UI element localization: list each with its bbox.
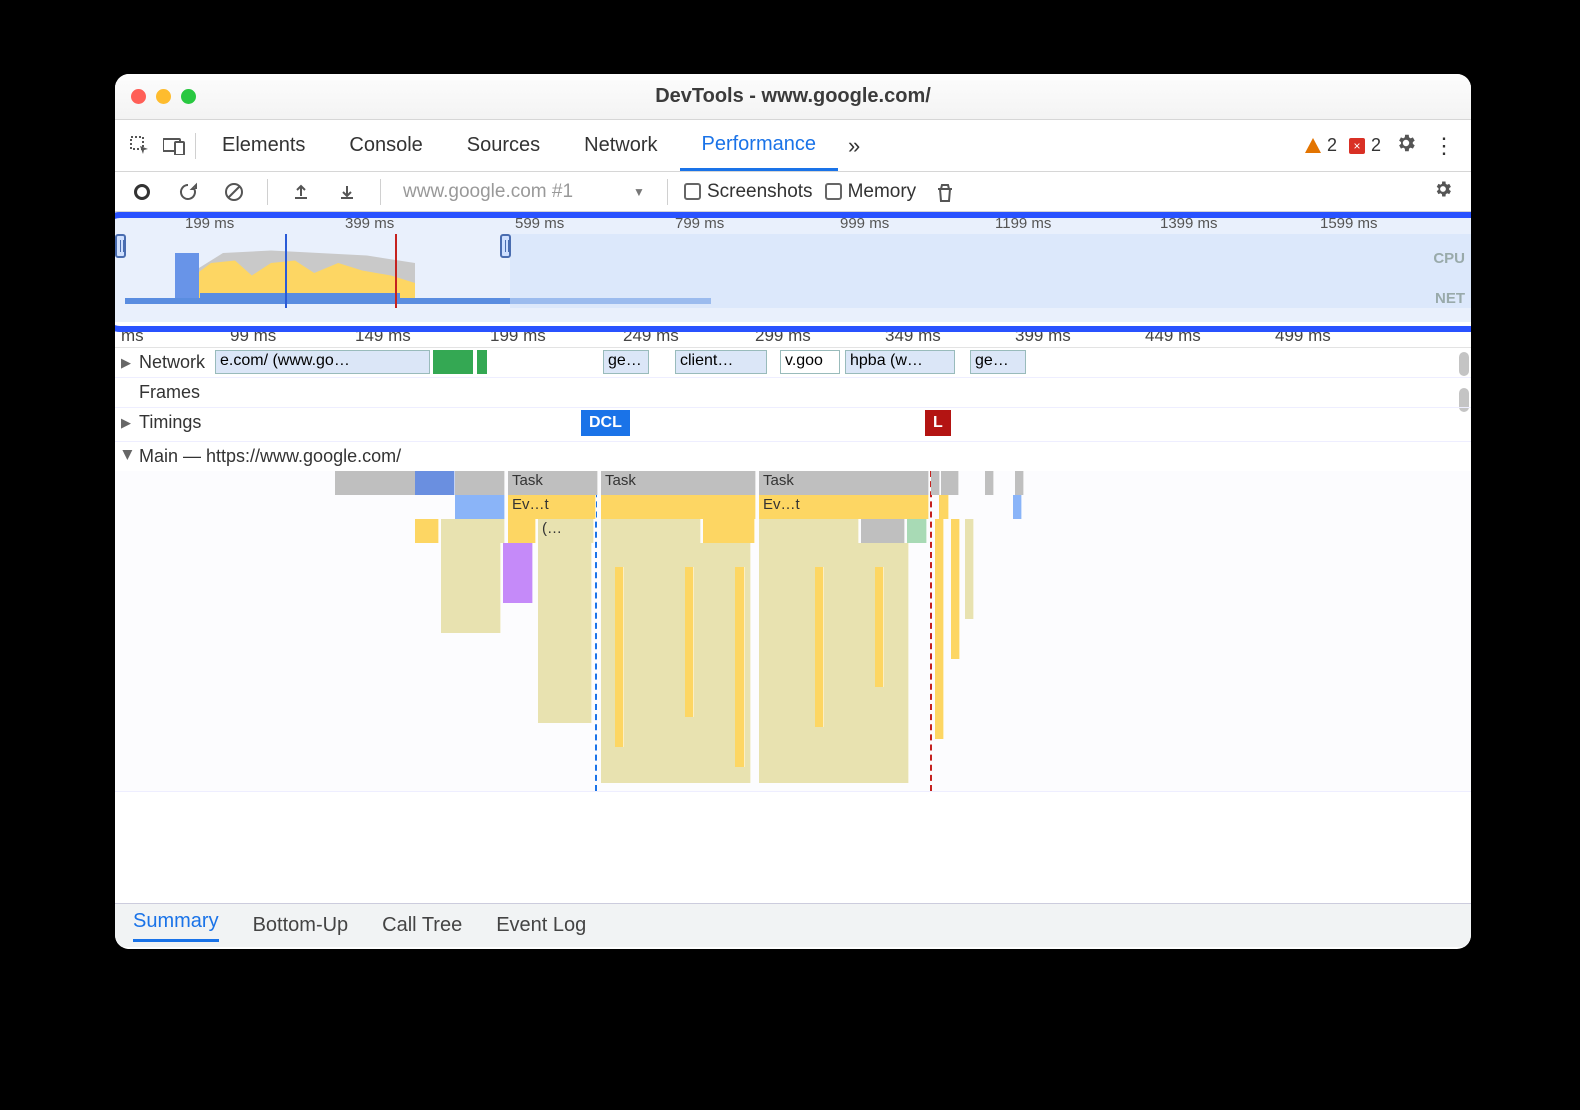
warnings-count[interactable]: 2 [1305,135,1337,156]
device-toggle-icon[interactable] [157,129,191,163]
error-icon: × [1349,138,1365,154]
overview-ruler: 199 ms 399 ms 599 ms 799 ms 999 ms 1199 … [115,212,1471,234]
network-request[interactable] [433,350,473,374]
minimize-window-button[interactable] [156,89,171,104]
frames-lane[interactable]: Frames [115,378,1471,408]
settings-gear-icon[interactable] [1387,132,1425,160]
screenshots-checkbox[interactable]: Screenshots [684,181,813,203]
tab-console[interactable]: Console [327,120,444,171]
dcl-marker-line [285,234,287,308]
disclosure-right-icon[interactable]: ▶ [121,355,135,371]
network-request[interactable]: ge… [970,350,1026,374]
reload-record-button[interactable] [171,175,205,209]
load-marker-line [395,234,397,308]
load-marker[interactable]: L [925,410,951,436]
warning-icon [1305,138,1321,153]
net-label: NET [1435,290,1465,307]
collect-garbage-icon[interactable] [928,175,962,209]
upload-profile-icon[interactable] [284,175,318,209]
devtools-tabbar: Elements Console Sources Network Perform… [115,120,1471,172]
overview-window-left-handle[interactable] [115,234,126,258]
timings-lane[interactable]: ▶Timings DCL L [115,408,1471,442]
dcl-guideline [595,471,597,791]
cpu-label: CPU [1433,250,1465,267]
network-request[interactable]: ge… [603,350,649,374]
tab-summary[interactable]: Summary [133,910,219,942]
tabs-overflow-button[interactable]: » [838,133,870,159]
tab-network[interactable]: Network [562,120,679,171]
dcl-marker[interactable]: DCL [581,410,630,436]
profile-select[interactable]: www.google.com #1 ▼ [397,181,651,203]
detail-ruler[interactable]: ms 99 ms 149 ms 199 ms 249 ms 299 ms 349… [115,322,1471,348]
titlebar: DevTools - www.google.com/ [115,74,1471,120]
details-tabs: Summary Bottom-Up Call Tree Event Log [115,903,1471,947]
tab-call-tree[interactable]: Call Tree [382,914,462,937]
disclosure-right-icon[interactable]: ▶ [121,415,135,431]
record-button[interactable] [125,175,159,209]
inspect-element-icon[interactable] [123,129,157,163]
overview-window-right-handle[interactable] [500,234,511,258]
timeline-overview[interactable]: 199 ms 399 ms 599 ms 799 ms 999 ms 1199 … [115,212,1471,322]
more-menu-icon[interactable]: ⋮ [1425,133,1463,159]
performance-toolbar: www.google.com #1 ▼ Screenshots Memory [115,172,1471,212]
traffic-lights [131,89,196,104]
disclosure-down-icon[interactable]: ▶ [120,450,136,464]
tab-performance[interactable]: Performance [680,120,839,171]
capture-settings-gear-icon[interactable] [1425,179,1461,205]
load-guideline [930,471,932,791]
close-window-button[interactable] [131,89,146,104]
cpu-usage-graph [175,248,415,298]
maximize-window-button[interactable] [181,89,196,104]
window-title: DevTools - www.google.com/ [115,85,1471,108]
devtools-window: DevTools - www.google.com/ Elements Cons… [115,74,1471,949]
network-lane[interactable]: ▶ Network e.com/ (www.go… ge… client… v.… [115,348,1471,378]
network-request[interactable]: v.goo [780,350,840,374]
network-request[interactable] [477,350,487,374]
main-thread-lane[interactable]: ▶Main — https://www.google.com/ Task Tas… [115,442,1471,792]
dropdown-triangle-icon: ▼ [633,185,645,199]
memory-checkbox[interactable]: Memory [825,181,917,203]
errors-count[interactable]: × 2 [1349,135,1381,156]
tab-sources[interactable]: Sources [445,120,562,171]
network-request[interactable]: e.com/ (www.go… [215,350,430,374]
flamechart-lanes: ▶ Network e.com/ (www.go… ge… client… v.… [115,348,1471,903]
network-request[interactable]: hpba (w… [845,350,955,374]
flame-chart[interactable]: Task Task Task Ev…t Ev…t (… [115,471,1471,791]
network-request[interactable]: client… [675,350,767,374]
download-profile-icon[interactable] [330,175,364,209]
clear-button[interactable] [217,175,251,209]
tab-elements[interactable]: Elements [200,120,327,171]
tab-bottom-up[interactable]: Bottom-Up [253,914,349,937]
tab-event-log[interactable]: Event Log [496,914,586,937]
